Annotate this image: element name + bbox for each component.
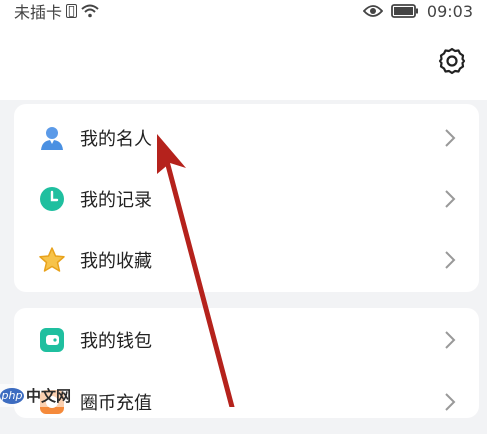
menu-item-wallet[interactable]: 我的钱包	[14, 308, 479, 372]
eye-icon	[362, 5, 383, 17]
menu-item-recharge[interactable]: 圈币充值	[14, 370, 479, 434]
chevron-right-icon	[445, 129, 456, 147]
menu-item-label: 我的名人	[80, 129, 152, 150]
watermark-logo: php	[0, 387, 24, 404]
chevron-right-icon	[445, 331, 456, 349]
menu-item-celebrities[interactable]: 我的名人	[14, 106, 479, 170]
menu-item-label: 我的收藏	[80, 251, 152, 272]
status-left: 未插卡 ▯	[14, 0, 99, 23]
gear-icon	[438, 47, 466, 75]
chevron-right-icon	[445, 393, 456, 411]
star-icon	[38, 246, 66, 274]
menu-item-label: 圈币充值	[80, 393, 152, 414]
menu-item-favorites[interactable]: 我的收藏	[14, 228, 479, 292]
chevron-right-icon	[445, 251, 456, 269]
chevron-right-icon	[445, 190, 456, 208]
status-right: 09:03	[362, 1, 473, 21]
menu-item-label: 我的记录	[80, 190, 152, 211]
menu-item-records[interactable]: 我的记录	[14, 167, 479, 231]
menu-item-label: 我的钱包	[80, 331, 152, 352]
wifi-icon	[81, 4, 99, 18]
wallet-icon	[38, 326, 66, 354]
carrier-text: 未插卡	[14, 3, 63, 22]
menu-card-primary: 我的名人 我的记录 我的收藏	[14, 104, 479, 292]
watermark-text: 中文网	[26, 387, 72, 405]
watermark: php 中文网	[0, 384, 76, 407]
clock-icon	[38, 185, 66, 213]
status-bar: 未插卡 ▯ 09:03	[0, 0, 487, 22]
battery-icon	[390, 4, 418, 18]
sim-icon: ▯	[66, 3, 78, 19]
clock-text: 09:03	[426, 1, 473, 21]
person-icon	[38, 124, 66, 152]
settings-button[interactable]	[437, 46, 467, 76]
menu-card-secondary: 我的钱包 圈币充值	[14, 308, 479, 418]
profile-header	[0, 22, 487, 100]
